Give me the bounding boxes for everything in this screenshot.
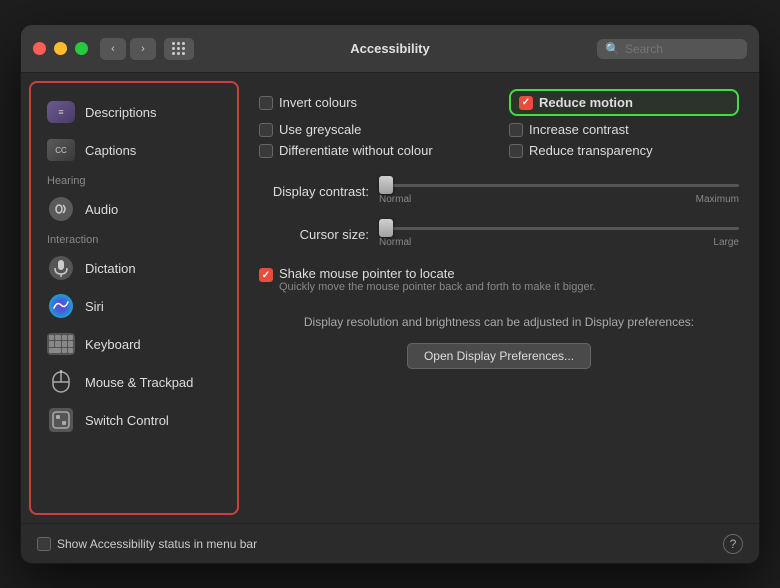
- cursor-size-label: Cursor size:: [259, 227, 369, 242]
- display-contrast-max: Maximum: [696, 194, 739, 205]
- checkbox-shake[interactable]: [259, 268, 273, 282]
- shake-row: Shake mouse pointer to locate Quickly mo…: [259, 266, 739, 293]
- descriptions-icon: ≡: [47, 98, 75, 126]
- main-content: ≡ Descriptions CC Captions Hearing: [21, 73, 759, 523]
- display-contrast-row: Display contrast: Normal Maximum: [259, 178, 739, 205]
- window-title: Accessibility: [350, 41, 430, 56]
- sidebar-label-mouse: Mouse & Trackpad: [85, 375, 193, 390]
- sidebar-label-descriptions: Descriptions: [85, 105, 157, 120]
- sidebar-item-audio[interactable]: Audio: [39, 190, 229, 228]
- sidebar: ≡ Descriptions CC Captions Hearing: [29, 81, 239, 515]
- help-button[interactable]: ?: [723, 534, 743, 554]
- sidebar-item-dictation[interactable]: Dictation: [39, 249, 229, 287]
- sidebar-label-switch: Switch Control: [85, 413, 169, 428]
- sidebar-item-siri[interactable]: Siri: [39, 287, 229, 325]
- forward-button[interactable]: ›: [130, 38, 156, 60]
- sidebar-item-keyboard[interactable]: Keyboard: [39, 325, 229, 363]
- section-hearing: Hearing: [39, 169, 229, 190]
- checkbox-greyscale-row[interactable]: Use greyscale: [259, 122, 489, 137]
- checkbox-diff-row[interactable]: Differentiate without colour: [259, 143, 489, 158]
- options-grid: Invert colours Reduce motion Use greysca…: [259, 89, 739, 158]
- checkbox-transparency-row[interactable]: Reduce transparency: [509, 143, 739, 158]
- siri-icon: [47, 292, 75, 320]
- section-interaction: Interaction: [39, 228, 229, 249]
- checkbox-status-bar[interactable]: [37, 537, 51, 551]
- switch-icon: [47, 406, 75, 434]
- traffic-lights: [33, 42, 88, 55]
- keyboard-icon: [47, 330, 75, 358]
- search-bar[interactable]: 🔍: [597, 39, 747, 59]
- sidebar-label-audio: Audio: [85, 202, 118, 217]
- checkbox-transparency[interactable]: [509, 144, 523, 158]
- checkbox-contrast-label: Increase contrast: [529, 122, 629, 137]
- checkbox-diff-label: Differentiate without colour: [279, 143, 433, 158]
- dictation-icon: [47, 254, 75, 282]
- titlebar: ‹ › Accessibility 🔍: [21, 25, 759, 73]
- cursor-size-slider[interactable]: Normal Large: [379, 221, 739, 248]
- accessibility-window: ‹ › Accessibility 🔍 ≡ De: [20, 24, 760, 564]
- display-contrast-min: Normal: [379, 194, 411, 205]
- status-bar-label: Show Accessibility status in menu bar: [57, 537, 257, 551]
- status-bar-checkbox-row[interactable]: Show Accessibility status in menu bar: [37, 537, 257, 551]
- sidebar-label-captions: Captions: [85, 143, 136, 158]
- search-input[interactable]: [625, 42, 739, 56]
- checkbox-contrast-row[interactable]: Increase contrast: [509, 122, 739, 137]
- search-icon: 🔍: [605, 42, 620, 56]
- minimize-button[interactable]: [54, 42, 67, 55]
- checkbox-invert[interactable]: [259, 96, 273, 110]
- checkbox-greyscale[interactable]: [259, 123, 273, 137]
- cursor-size-row: Cursor size: Normal Large: [259, 221, 739, 248]
- checkbox-greyscale-label: Use greyscale: [279, 122, 361, 137]
- sidebar-item-switch[interactable]: Switch Control: [39, 401, 229, 439]
- checkbox-contrast[interactable]: [509, 123, 523, 137]
- display-contrast-label: Display contrast:: [259, 184, 369, 199]
- checkbox-diff[interactable]: [259, 144, 273, 158]
- maximize-button[interactable]: [75, 42, 88, 55]
- sidebar-item-mouse[interactable]: Mouse & Trackpad: [39, 363, 229, 401]
- shake-description: Quickly move the mouse pointer back and …: [279, 281, 596, 293]
- close-button[interactable]: [33, 42, 46, 55]
- grid-button[interactable]: [164, 38, 194, 60]
- nav-buttons: ‹ ›: [100, 38, 194, 60]
- sidebar-label-dictation: Dictation: [85, 261, 136, 276]
- checkbox-reduce-motion[interactable]: [519, 96, 533, 110]
- display-note: Display resolution and brightness can be…: [259, 315, 739, 329]
- display-contrast-slider[interactable]: Normal Maximum: [379, 178, 739, 205]
- shake-text: Shake mouse pointer to locate Quickly mo…: [279, 266, 596, 293]
- captions-icon: CC: [47, 136, 75, 164]
- bottom-bar: Show Accessibility status in menu bar ?: [21, 523, 759, 563]
- audio-icon: [47, 195, 75, 223]
- sidebar-label-keyboard: Keyboard: [85, 337, 141, 352]
- sidebar-item-captions[interactable]: CC Captions: [39, 131, 229, 169]
- reduce-motion-container[interactable]: Reduce motion: [509, 89, 739, 116]
- open-display-prefs-button[interactable]: Open Display Preferences...: [407, 343, 591, 369]
- checkbox-invert-row[interactable]: Invert colours: [259, 89, 489, 116]
- checkbox-invert-label: Invert colours: [279, 95, 357, 110]
- checkbox-transparency-label: Reduce transparency: [529, 143, 653, 158]
- sidebar-item-descriptions[interactable]: ≡ Descriptions: [39, 93, 229, 131]
- mouse-icon: [47, 368, 75, 396]
- sidebar-label-siri: Siri: [85, 299, 104, 314]
- back-button[interactable]: ‹: [100, 38, 126, 60]
- cursor-size-min: Normal: [379, 237, 411, 248]
- right-panel: Invert colours Reduce motion Use greysca…: [239, 73, 759, 523]
- shake-title: Shake mouse pointer to locate: [279, 266, 596, 281]
- cursor-size-max: Large: [713, 237, 739, 248]
- checkbox-reduce-motion-label: Reduce motion: [539, 95, 633, 110]
